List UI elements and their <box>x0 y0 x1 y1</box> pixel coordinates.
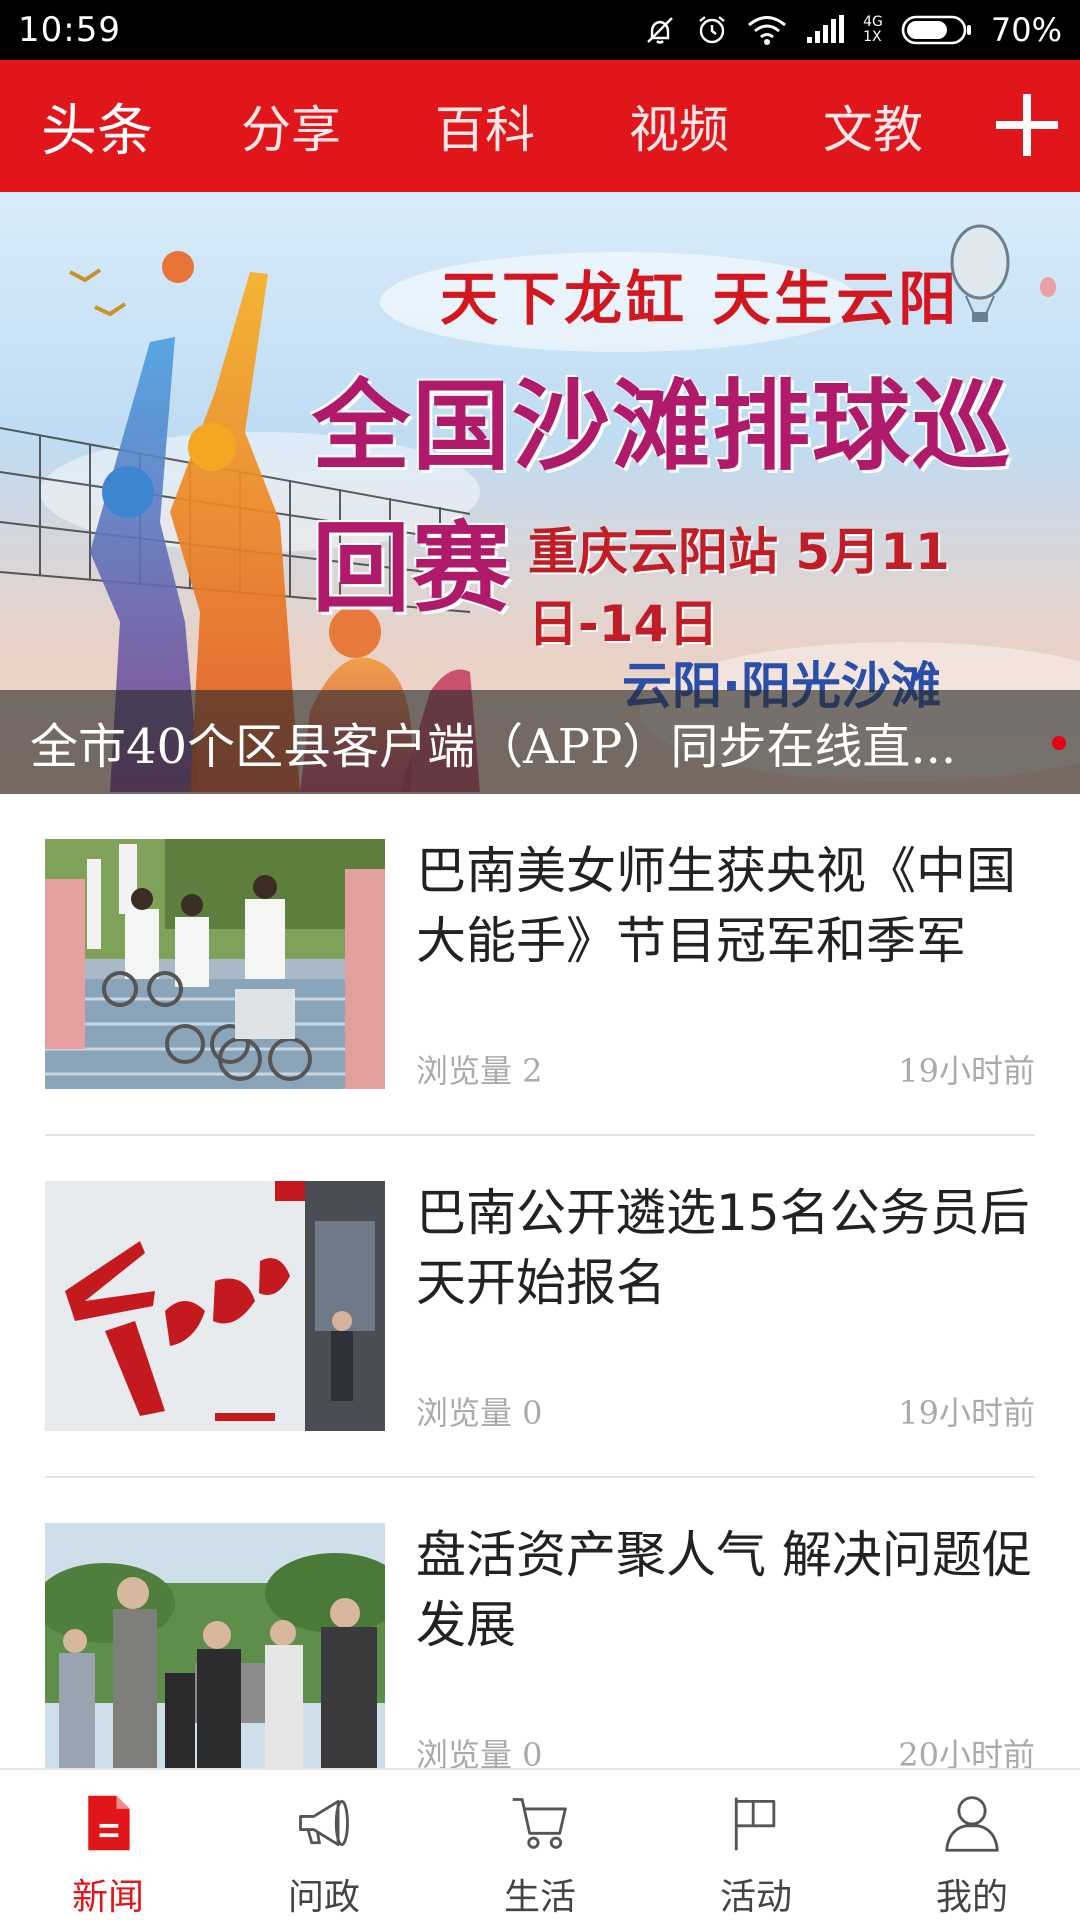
nav-label: 生活 <box>503 1877 576 1918</box>
nav-label: 活动 <box>719 1877 792 1918</box>
network-type: 4G 1X <box>863 15 883 45</box>
network-type-bottom: 1X <box>863 29 882 45</box>
tab-video[interactable]: 视频 <box>582 90 776 162</box>
news-item[interactable]: 巴南美女师生获央视《中国大能手》节目冠军和季军 浏览量 2 19小时前 <box>45 794 1035 1136</box>
news-thumbnail <box>45 1181 385 1431</box>
wifi-icon <box>748 16 787 45</box>
nav-news[interactable]: 新闻 <box>0 1770 216 1920</box>
nav-profile[interactable]: 我的 <box>864 1770 1080 1920</box>
megaphone-icon <box>299 1799 349 1847</box>
tab-headlines[interactable]: 头条 <box>0 86 194 167</box>
news-list: 巴南美女师生获央视《中国大能手》节目冠军和季军 浏览量 2 19小时前 巴南公开… <box>0 794 1080 1820</box>
news-view-count: 浏览量 2 <box>416 1052 543 1090</box>
banner-caption: 全市40个区县客户端（APP）同步在线直... <box>30 719 957 775</box>
news-thumbnail <box>45 839 385 1089</box>
plus-icon[interactable] <box>994 92 1060 158</box>
person-icon <box>945 1796 999 1852</box>
news-title: 巴南美女师生获央视《中国大能手》节目冠军和季军 <box>416 842 1016 970</box>
tab-share[interactable]: 分享 <box>194 90 388 162</box>
nav-life[interactable]: 生活 <box>432 1770 648 1920</box>
nav-label: 新闻 <box>71 1877 144 1918</box>
app-screen: 10:59 4G 1X 70% 头条 分享 百科 视频 文教 天下龙缸 天生云阳… <box>0 0 1080 1920</box>
tab-culture-education[interactable]: 文教 <box>776 90 970 162</box>
channel-bar: 头条 分享 百科 视频 文教 <box>0 60 1080 192</box>
banner-carousel[interactable]: 天下龙缸 天生云阳 全国沙滩排球巡回赛 重庆云阳站 5月11日-14日 云阳·阳… <box>0 192 1080 794</box>
carousel-indicator-dot <box>1052 736 1066 750</box>
tab-encyclopedia[interactable]: 百科 <box>388 90 582 162</box>
status-time: 10:59 <box>18 10 121 50</box>
banner-dates: 重庆云阳站 5月11日-14日 <box>528 523 950 653</box>
bottom-navigation: 新闻 问政 生活 活动 我的 <box>0 1768 1080 1920</box>
battery-icon <box>901 15 971 45</box>
news-timestamp: 19小时前 <box>898 1052 1035 1090</box>
nav-label: 问政 <box>287 1877 360 1918</box>
vibrate-mute-icon <box>647 17 673 44</box>
network-type-top: 4G <box>863 14 883 30</box>
nav-inquiry[interactable]: 问政 <box>216 1770 432 1920</box>
banner-slogan: 天下龙缸 天生云阳 <box>440 265 961 333</box>
news-title: 盘活资产聚人气 解决问题促发展 <box>416 1526 1032 1654</box>
channel-tabs: 头条 分享 百科 视频 文教 <box>0 60 970 192</box>
cart-icon <box>512 1798 567 1849</box>
status-bar: 10:59 4G 1X 70% <box>0 0 1080 60</box>
signal-icon <box>807 15 845 43</box>
status-icons: 4G 1X 70% <box>643 11 1062 49</box>
document-icon <box>88 1795 130 1851</box>
nav-activities[interactable]: 活动 <box>648 1770 864 1920</box>
news-timestamp: 19小时前 <box>898 1394 1035 1432</box>
news-title: 巴南公开遴选15名公务员后天开始报名 <box>416 1184 1030 1312</box>
news-thumbnail <box>45 1523 385 1773</box>
alarm-icon <box>699 16 725 44</box>
news-view-count: 浏览量 0 <box>416 1394 543 1432</box>
flag-icon <box>734 1797 776 1851</box>
banner-caption-bar: 全市40个区县客户端（APP）同步在线直... <box>0 690 1080 794</box>
battery-percent: 70% <box>990 11 1062 49</box>
news-item[interactable]: 巴南公开遴选15名公务员后天开始报名 浏览量 0 19小时前 <box>45 1136 1035 1478</box>
nav-label: 我的 <box>935 1877 1008 1918</box>
